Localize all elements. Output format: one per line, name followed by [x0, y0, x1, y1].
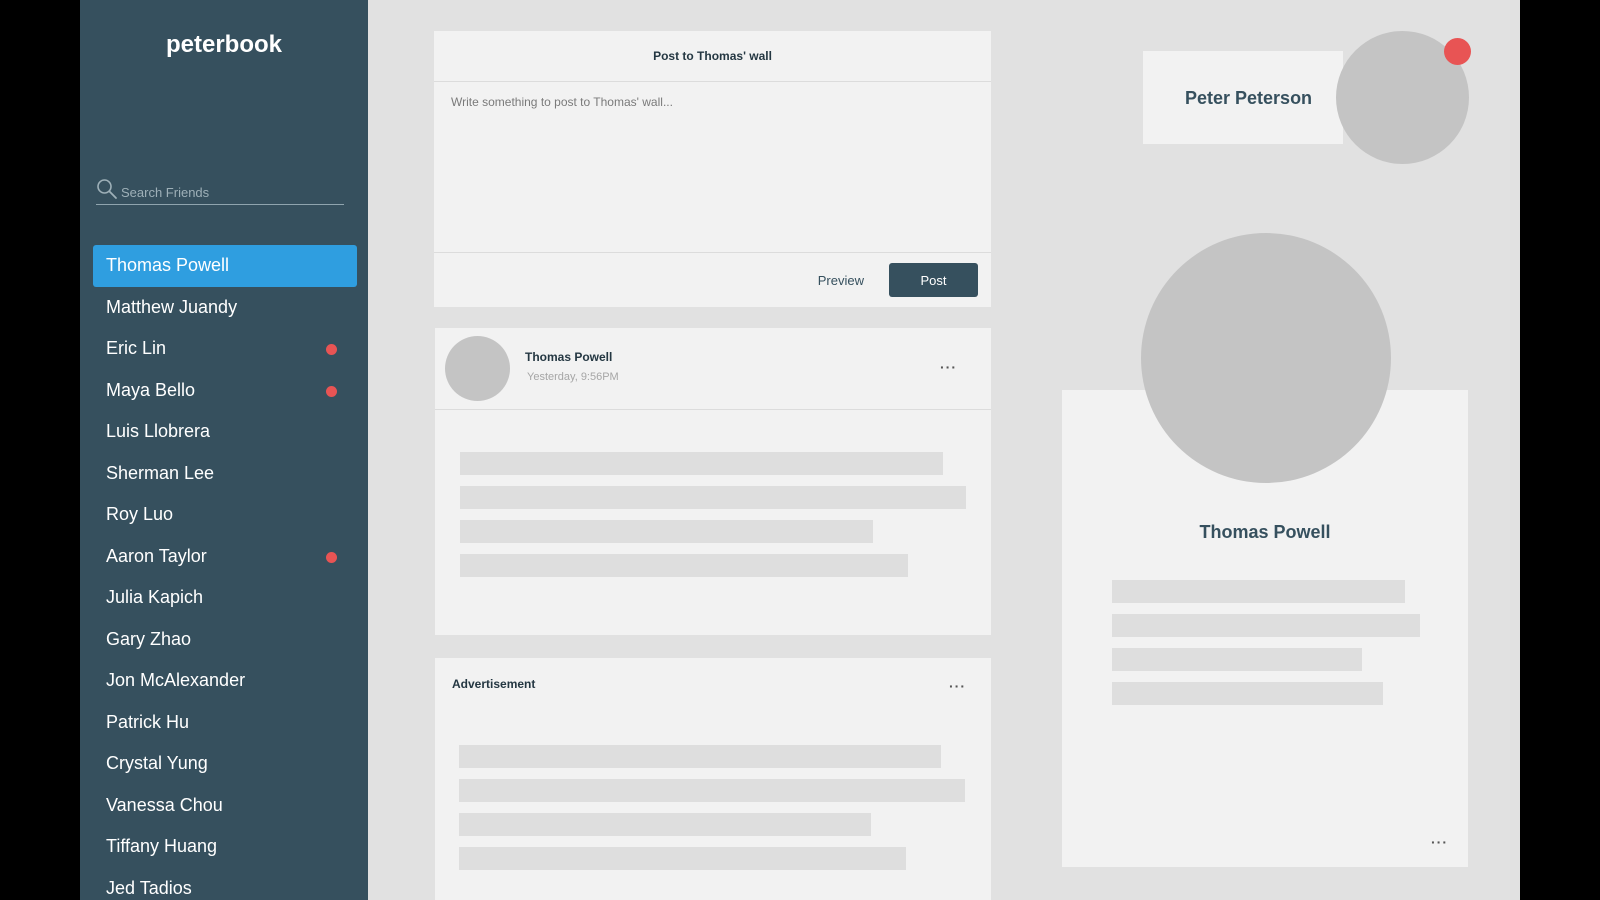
profile-avatar — [1141, 233, 1391, 483]
more-options-icon[interactable]: ··· — [940, 360, 957, 374]
content-placeholder — [1112, 682, 1383, 705]
post-header: Thomas Powell Yesterday, 9:56PM ··· — [435, 328, 991, 410]
more-options-icon[interactable]: ··· — [1431, 835, 1448, 849]
composer-actions: Preview Post — [818, 263, 978, 297]
content-placeholder — [459, 779, 965, 802]
friend-item[interactable]: Aaron Taylor — [93, 536, 357, 578]
friend-name: Gary Zhao — [106, 628, 192, 649]
friend-name: Jon McAlexander — [106, 670, 246, 690]
app-root: peterbook Thomas Powell Matthew Juandy Eri… — [0, 0, 1600, 900]
brand-logo[interactable]: peterbook — [80, 31, 368, 59]
more-options-icon[interactable]: ··· — [949, 679, 966, 693]
content-placeholder — [1112, 614, 1420, 637]
unread-indicator — [326, 551, 337, 563]
friend-name: Roy Luo — [106, 504, 174, 524]
friend-name: Julia Kapich — [106, 587, 204, 607]
friend-item[interactable]: Jed Tadios — [93, 868, 357, 900]
content-placeholder — [460, 486, 966, 509]
current-user-name: Peter Peterson — [1185, 88, 1313, 108]
friend-item[interactable]: Eric Lin — [93, 328, 357, 370]
post-timestamp: Yesterday, 9:56PM — [527, 371, 619, 383]
friend-item[interactable]: Matthew Juandy — [93, 287, 357, 329]
friend-item[interactable]: Gary Zhao — [93, 619, 357, 661]
friend-item[interactable]: Thomas Powell — [93, 245, 357, 287]
preview-button[interactable]: Preview — [818, 273, 864, 288]
content-placeholder — [460, 520, 873, 543]
friend-name: Maya Bello — [106, 379, 196, 400]
content-placeholder — [460, 554, 908, 577]
unread-indicator — [326, 344, 337, 355]
friend-name: Crystal Yung — [106, 753, 208, 773]
content-placeholder — [460, 452, 943, 475]
friend-item[interactable]: Maya Bello — [93, 370, 357, 412]
notification-badge[interactable] — [1444, 38, 1471, 65]
content-placeholder — [1112, 648, 1362, 671]
post-composer: Post to Thomas' wall Preview Post — [434, 31, 991, 307]
profile-name: Thomas Powell — [1199, 522, 1331, 542]
sidebar: peterbook Thomas Powell Matthew Juandy Eri… — [80, 0, 368, 900]
friend-name: Patrick Hu — [106, 711, 190, 732]
friend-name: Aaron Taylor — [106, 545, 207, 566]
wall-post: Thomas Powell Yesterday, 9:56PM ··· — [435, 328, 991, 635]
content-placeholder — [1112, 580, 1405, 603]
search-input[interactable] — [121, 183, 341, 201]
friend-item[interactable]: Julia Kapich — [93, 577, 357, 619]
friend-item[interactable]: Roy Luo — [93, 494, 357, 536]
content-placeholder — [459, 847, 906, 870]
friend-item[interactable]: Vanessa Chou — [93, 785, 357, 827]
friend-name: Sherman Lee — [106, 462, 215, 483]
friend-name: Tiffany Huang — [106, 836, 218, 856]
friends-list: Thomas Powell Matthew Juandy Eric Lin Maya … — [93, 245, 357, 900]
advertisement-card: Advertisement ··· — [435, 658, 991, 900]
friend-item[interactable]: Sherman Lee — [93, 453, 357, 495]
friend-item[interactable]: Tiffany Huang — [93, 826, 357, 868]
post-button[interactable]: Post — [889, 263, 978, 297]
friend-name: Matthew Juandy — [106, 296, 238, 317]
friend-name: Jed Tadios — [106, 877, 192, 898]
friend-name: Luis Llobrera — [106, 421, 211, 441]
search-icon — [97, 179, 117, 199]
friend-item[interactable]: Jon McAlexander — [93, 660, 357, 702]
friend-name: Vanessa Chou — [106, 794, 223, 815]
ad-title: Advertisement — [452, 677, 536, 691]
search-friends — [96, 176, 344, 205]
friend-item[interactable]: Luis Llobrera — [93, 411, 357, 453]
app-frame: peterbook Thomas Powell Matthew Juandy Eri… — [80, 0, 1520, 900]
avatar[interactable] — [445, 336, 510, 401]
post-author[interactable]: Thomas Powell — [525, 350, 612, 364]
friend-item[interactable]: Patrick Hu — [93, 702, 357, 744]
composer-title: Post to Thomas' wall — [434, 31, 991, 82]
friend-item[interactable]: Crystal Yung — [93, 743, 357, 785]
friend-name: Eric Lin — [106, 338, 167, 358]
friend-name: Thomas Powell — [106, 255, 230, 275]
unread-indicator — [326, 385, 337, 397]
current-user-card[interactable]: Peter Peterson — [1143, 51, 1343, 144]
content-placeholder — [459, 813, 871, 836]
content-placeholder — [459, 745, 941, 768]
post-textarea[interactable] — [434, 82, 991, 253]
